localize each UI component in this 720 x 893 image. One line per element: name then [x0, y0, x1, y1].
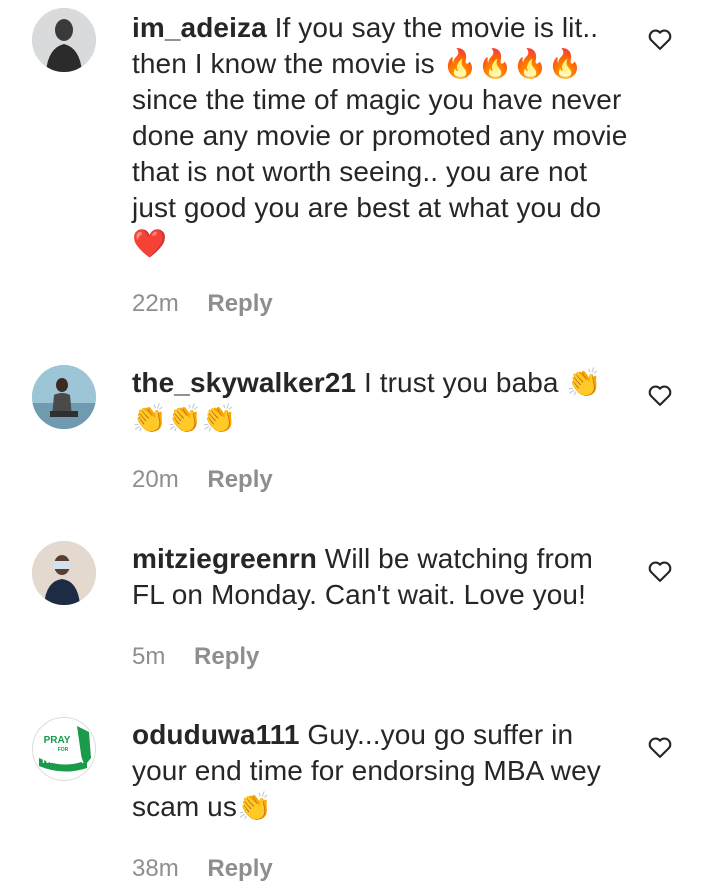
- comment-body: the_skywalker21 I trust you baba 👏 👏👏👏: [132, 365, 632, 437]
- comment-time: 38m: [132, 855, 179, 882]
- comment-meta: 38m Reply: [132, 855, 273, 883]
- reply-button[interactable]: Reply: [207, 290, 272, 317]
- reply-button[interactable]: Reply: [207, 855, 272, 882]
- avatar-text-for: FOR: [58, 747, 69, 753]
- comment-meta: 5m Reply: [132, 643, 259, 671]
- comment-username[interactable]: mitziegreenrn: [132, 543, 317, 574]
- comment-body: oduduwa111 Guy...you go suffer in your e…: [132, 717, 632, 825]
- avatar[interactable]: [32, 8, 96, 72]
- reply-button[interactable]: Reply: [194, 643, 259, 670]
- comment-username[interactable]: the_skywalker21: [132, 367, 356, 398]
- heart-outline-icon[interactable]: [646, 25, 674, 53]
- comment-username[interactable]: oduduwa111: [132, 719, 300, 750]
- avatar-text-pray: PRAY: [44, 735, 71, 746]
- avatar[interactable]: PRAY FOR NIGERIA: [32, 717, 96, 781]
- comment-time: 5m: [132, 643, 166, 670]
- heart-outline-icon[interactable]: [646, 557, 674, 585]
- comment-body: mitziegreenrn Will be watching from FL o…: [132, 541, 632, 613]
- comment-body: im_adeiza If you say the movie is lit.. …: [132, 10, 632, 262]
- avatar[interactable]: [32, 365, 96, 429]
- comment-meta: 20m Reply: [132, 466, 273, 494]
- comment-username[interactable]: im_adeiza: [132, 12, 267, 43]
- comment-text: If you say the movie is lit.. then I kno…: [132, 12, 628, 259]
- avatar-text-nigeria: NIGERIA: [42, 755, 84, 766]
- heart-outline-icon[interactable]: [646, 733, 674, 761]
- comment-time: 22m: [132, 290, 179, 317]
- comment-meta: 22m Reply: [132, 290, 273, 318]
- avatar[interactable]: [32, 541, 96, 605]
- reply-button[interactable]: Reply: [207, 466, 272, 493]
- heart-outline-icon[interactable]: [646, 381, 674, 409]
- comment-time: 20m: [132, 466, 179, 493]
